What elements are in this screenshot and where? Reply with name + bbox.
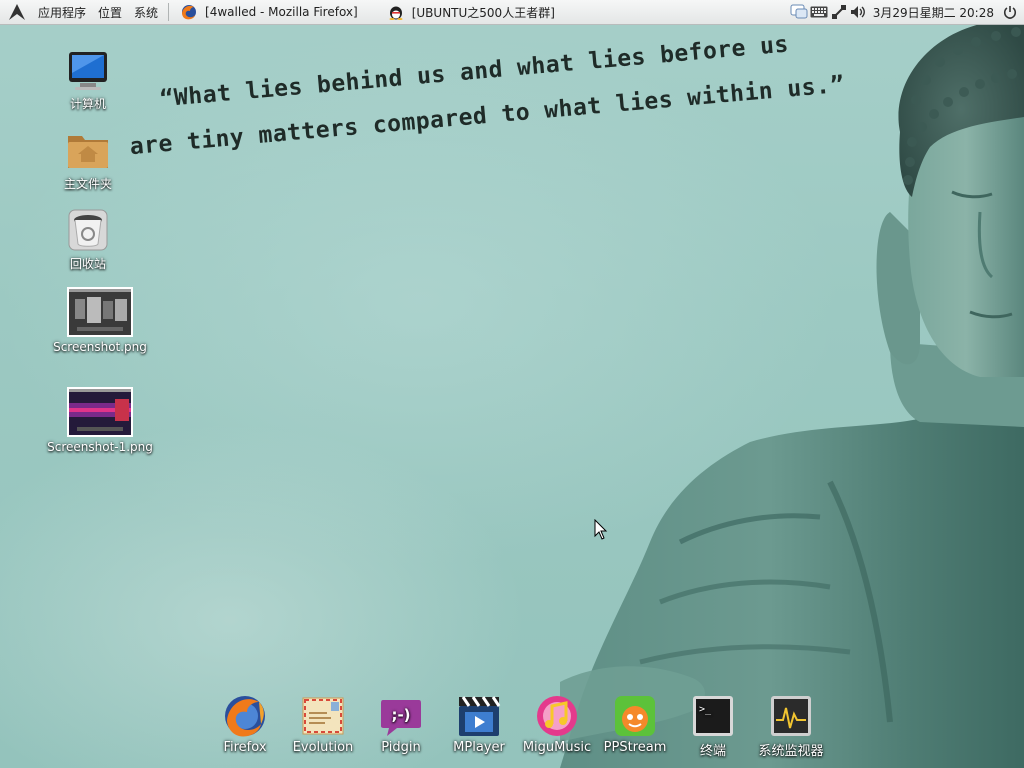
qq-penguin-icon [389, 6, 403, 20]
power-icon [1003, 6, 1017, 19]
desktop-icon-label: Screenshot.png [53, 340, 147, 354]
taskbar-button-label: [4walled - Mozilla Firefox] [205, 5, 358, 19]
dock-item-label: 终端 [699, 744, 726, 759]
ppstream-icon [615, 696, 655, 736]
dock-item-pidgin[interactable]: ;-) Pidgin [362, 694, 440, 755]
image-thumbnail-icon [67, 387, 133, 437]
firefox-icon [182, 5, 197, 20]
desktop-icon-label: 计算机 [69, 97, 106, 111]
trash-icon [68, 209, 108, 251]
network-icon [831, 5, 846, 19]
image-thumbnail-icon [67, 287, 133, 337]
dock-item-migumusic[interactable]: MiguMusic [518, 694, 596, 755]
mouse-cursor-icon [594, 519, 608, 540]
menu-applications[interactable]: 应用程序 [32, 0, 92, 24]
dock-item-label: MPlayer [453, 740, 505, 755]
mail-envelope-icon [302, 697, 344, 735]
taskbar-button-firefox[interactable]: [4walled - Mozilla Firefox] [173, 0, 366, 24]
buddha-statue-image [560, 22, 1024, 768]
tray-power[interactable] [1000, 0, 1020, 24]
panel-separator [168, 3, 170, 21]
desktop-icon-label: Screenshot-1.png [47, 440, 153, 454]
computer-icon [69, 52, 107, 90]
tray-volume[interactable] [849, 0, 869, 24]
taskbar-button-label: [UBUNTU之500人王者群] [411, 5, 555, 20]
dock-item-label: Evolution [292, 740, 354, 755]
dock-item-system-monitor[interactable]: 系统监视器 [752, 694, 830, 759]
svg-text:>_: >_ [699, 704, 712, 715]
top-panel: 应用程序 位置 系统 [4walled - Mozilla Firefox] [… [0, 0, 1024, 25]
clock[interactable]: 3月29日星期二 20:28 [869, 0, 1000, 24]
desktop-icon-screenshot-1[interactable]: Screenshot-1.png [40, 387, 160, 454]
terminal-icon: >_ [693, 696, 733, 736]
applications-menu-button[interactable] [0, 0, 32, 24]
music-note-icon [537, 696, 577, 736]
dock-item-terminal[interactable]: >_ 终端 [674, 694, 752, 759]
home-folder-icon [68, 136, 108, 168]
desktop-icon-screenshot[interactable]: Screenshot.png [40, 287, 160, 354]
menu-system[interactable]: 系统 [128, 0, 164, 24]
dock-item-label: 系统监视器 [758, 744, 824, 759]
tray-network[interactable] [829, 0, 849, 24]
dock-item-label: Pidgin [381, 740, 421, 755]
arch-logo-icon [9, 4, 25, 20]
desktop[interactable]: “What lies behind us and what lies befor… [0, 0, 1024, 768]
system-tray: 3月29日星期二 20:28 [789, 0, 1024, 24]
dock-item-label: MiguMusic [522, 740, 592, 755]
dock-item-ppstream[interactable]: PPStream [596, 694, 674, 755]
desktop-icon-computer[interactable]: 计算机 [28, 48, 148, 112]
volume-icon [850, 6, 865, 18]
chat-bubble-icon [790, 4, 808, 19]
dock-item-mplayer[interactable]: MPlayer [440, 694, 518, 755]
desktop-icon-label: 主文件夹 [63, 177, 112, 191]
dock-item-evolution[interactable]: Evolution [284, 694, 362, 755]
system-monitor-icon [771, 696, 811, 736]
desktop-icon-home-folder[interactable]: 主文件夹 [28, 128, 148, 192]
clapperboard-icon [459, 696, 501, 736]
tray-keyboard[interactable] [809, 0, 829, 24]
desktop-icon-label: 回收站 [69, 257, 106, 271]
desktop-icon-trash[interactable]: 回收站 [28, 208, 148, 272]
dock-item-label: Firefox [223, 740, 267, 755]
firefox-icon [225, 696, 265, 737]
dock-item-label: PPStream [603, 740, 667, 755]
taskbar-button-qq-group[interactable]: [UBUNTU之500人王者群] [380, 0, 563, 24]
dock-item-firefox[interactable]: Firefox [206, 694, 284, 755]
pidgin-icon: ;-) [381, 700, 421, 736]
tray-chat[interactable] [789, 0, 809, 24]
menu-places[interactable]: 位置 [92, 0, 128, 24]
svg-text:;-): ;-) [391, 706, 410, 724]
keyboard-icon [810, 6, 828, 18]
